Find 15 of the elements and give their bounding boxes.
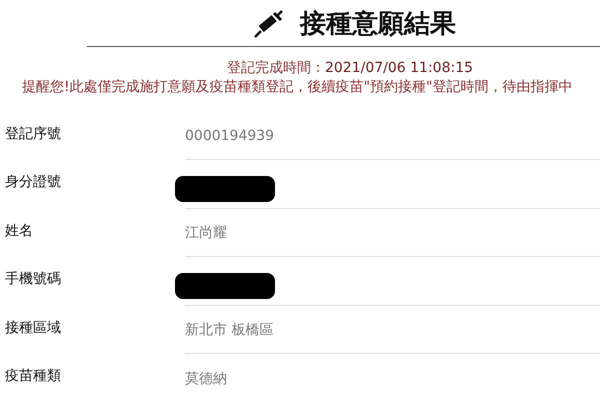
completion-time: 2021/07/06 11:08:15 (324, 59, 474, 77)
field-label: 身分證號 (4, 173, 62, 192)
page-title: 接種意願結果 (300, 11, 456, 37)
field-value: 莫德納 (185, 370, 227, 389)
field-value: 江尚耀 (185, 224, 227, 244)
field-label: 手機號碼 (4, 270, 62, 290)
field-value: 0000194939 (185, 127, 274, 146)
reminder-text: 提醒您!此處僅完成施打意願及疫苗種類登記，後續疫苗"預約接種"登記時間，待由指揮中 (22, 78, 574, 97)
field-label: 接種區域 (4, 318, 62, 338)
field-label: 疫苗種類 (4, 367, 62, 386)
syringe-icon (254, 10, 284, 38)
field-label: 姓名 (4, 222, 34, 241)
completion-label: 登記完成時間： (226, 59, 325, 77)
field-label: 登記序號 (4, 124, 62, 144)
field-value: 新北市 板橋區 (185, 321, 274, 340)
